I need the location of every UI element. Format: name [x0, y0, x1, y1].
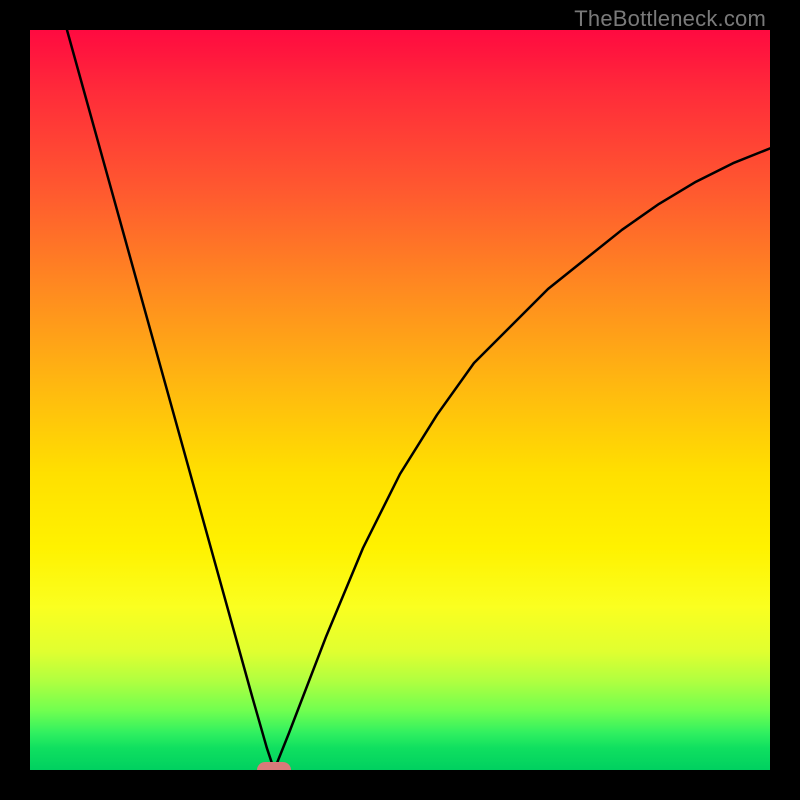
chart-svg — [30, 30, 770, 770]
bottleneck-curve-path — [67, 30, 770, 770]
optimal-point-marker — [257, 762, 291, 770]
chart-plot-area — [30, 30, 770, 770]
watermark-text: TheBottleneck.com — [574, 6, 766, 32]
